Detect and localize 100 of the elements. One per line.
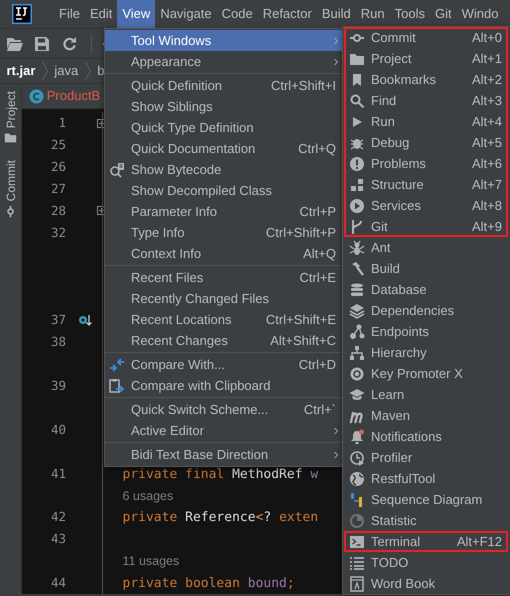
menu-item[interactable]: Context Info Alt+Q xyxy=(105,243,342,264)
save-icon[interactable] xyxy=(35,36,49,50)
menu-item[interactable]: Problems Alt+6 xyxy=(344,153,508,174)
menu-item[interactable]: Maven xyxy=(344,405,508,426)
menu-item[interactable]: Appearance xyxy=(105,51,342,72)
menu-item[interactable]: Services Alt+8 xyxy=(344,195,508,216)
line-number: 1 xyxy=(57,114,66,132)
line-number: 40 xyxy=(50,420,66,439)
menu-item[interactable]: File xyxy=(54,0,85,28)
line-number: 25 xyxy=(50,136,66,154)
menu-item[interactable]: Compare With... Ctrl+D xyxy=(105,354,342,375)
menu-item[interactable]: Ant xyxy=(344,237,508,258)
line-number: 42 xyxy=(50,508,66,526)
menu-item[interactable]: Recent Files Ctrl+E xyxy=(105,267,342,288)
folder-icon xyxy=(4,131,17,144)
tool-window-tab[interactable]: Project xyxy=(2,90,20,128)
terminal-icon xyxy=(349,534,365,550)
menu-item[interactable]: Statistic xyxy=(344,510,508,531)
editor-tab[interactable]: ProductB xyxy=(28,86,100,106)
menu-item[interactable]: Show Siblings xyxy=(105,96,342,117)
override-marker-icon[interactable] xyxy=(78,314,92,327)
app-logo-icon xyxy=(12,4,32,24)
menu-item[interactable]: Profiler xyxy=(344,447,508,468)
menu-item[interactable]: Quick Switch Scheme... Ctrl+` xyxy=(105,399,342,420)
graduation-cap-icon xyxy=(349,386,365,402)
menu-item[interactable]: Key Promoter X xyxy=(344,363,508,384)
menu-item[interactable]: Bookmarks Alt+2 xyxy=(344,69,508,90)
menu-item[interactable]: Show Decompiled Class xyxy=(105,180,342,201)
line-number: 26 xyxy=(50,158,66,176)
chevron-icon xyxy=(42,62,48,80)
usages-hint[interactable]: 6 usages xyxy=(122,488,174,503)
menu-item[interactable]: Dependencies xyxy=(344,300,508,321)
breadcrumb-item[interactable]: rt.jar xyxy=(6,61,36,81)
menu-item[interactable]: Bidi Text Base Direction xyxy=(105,444,342,465)
menu-item[interactable]: Terminal Alt+F12 xyxy=(344,531,508,552)
menu-item[interactable]: Windo xyxy=(456,0,504,28)
search-icon xyxy=(349,92,365,108)
book-icon xyxy=(349,576,365,592)
breadcrumb-item[interactable]: b xyxy=(97,61,104,81)
menu-item[interactable]: Run Alt+4 xyxy=(344,111,508,132)
sequence-diagram-icon xyxy=(349,492,365,508)
menu-item[interactable]: Endpoints xyxy=(344,321,508,342)
menu-item[interactable]: Learn xyxy=(344,384,508,405)
line-number: 44 xyxy=(50,574,66,592)
menu-item[interactable]: Parameter Info Ctrl+P xyxy=(105,201,342,222)
globe-icon xyxy=(349,470,365,486)
menu-item[interactable]: Tool Windows xyxy=(105,30,342,51)
menu-item[interactable]: Quick Definition Ctrl+Shift+I xyxy=(105,75,342,96)
layers-icon xyxy=(349,302,365,318)
services-icon xyxy=(349,198,365,214)
menu-item[interactable]: Find Alt+3 xyxy=(344,90,508,111)
menu-item[interactable]: Navigate xyxy=(155,0,217,28)
nodes-icon xyxy=(349,324,365,340)
menu-item[interactable]: Hierarchy xyxy=(344,342,508,363)
line-number: 37 xyxy=(50,311,66,330)
clock-icon xyxy=(349,450,365,466)
menu-item[interactable]: RestfulTool xyxy=(344,468,508,489)
menu-item[interactable]: Database xyxy=(344,279,508,300)
menu-item[interactable]: Type Info Ctrl+Shift+P xyxy=(105,222,342,243)
menu-item[interactable]: Project Alt+1 xyxy=(344,48,508,69)
menu-item[interactable]: Recent Changes Alt+Shift+C xyxy=(105,330,342,351)
menu-item[interactable]: Structure Alt+7 xyxy=(344,174,508,195)
menu-item[interactable]: Refactor xyxy=(258,0,317,28)
menu-item[interactable]: Recently Changed Files xyxy=(105,288,342,309)
menu-item[interactable]: Notifications xyxy=(344,426,508,447)
menu-item[interactable]: Edit xyxy=(84,0,118,28)
menu-item[interactable]: Word Book xyxy=(344,573,508,594)
menu-item[interactable]: Git Alt+9 xyxy=(344,216,508,237)
breadcrumb-item[interactable]: java xyxy=(54,61,78,81)
bell-icon xyxy=(349,428,365,444)
menu-item[interactable]: Run xyxy=(356,0,390,28)
tool-window-tab[interactable]: Commit xyxy=(2,160,20,202)
line-number: 32 xyxy=(50,224,66,242)
menu-item[interactable]: Quick Documentation Ctrl+Q xyxy=(105,138,342,159)
usages-hint[interactable]: 11 usages xyxy=(122,554,180,568)
warning-icon xyxy=(349,156,365,172)
code-line: private boolean bound; xyxy=(122,576,295,592)
menu-item[interactable]: Debug Alt+5 xyxy=(344,132,508,153)
menu-item[interactable]: Code xyxy=(216,0,258,28)
menu-item[interactable]: Build xyxy=(316,0,356,28)
menu-item[interactable]: Recent Locations Ctrl+Shift+E xyxy=(105,309,342,330)
menu-item[interactable]: Quick Type Definition xyxy=(105,117,342,138)
menu-item[interactable]: View xyxy=(117,0,156,28)
class-icon xyxy=(28,88,44,104)
line-number: 39 xyxy=(50,377,66,396)
menu-item[interactable]: Show Bytecode xyxy=(105,159,342,180)
database-icon xyxy=(349,282,365,298)
line-number: 43 xyxy=(50,530,66,548)
refresh-icon[interactable] xyxy=(62,36,76,51)
code-line: private Reference<? exten xyxy=(122,510,318,526)
menu-item[interactable]: Active Editor xyxy=(105,420,342,441)
menu-item[interactable]: Tools xyxy=(390,0,430,28)
menu-item[interactable]: TODO xyxy=(344,552,508,573)
open-folder-icon[interactable] xyxy=(6,36,22,50)
menu-item[interactable]: Commit Alt+0 xyxy=(344,27,508,48)
ant-icon xyxy=(349,240,365,256)
menu-item[interactable]: Git xyxy=(430,0,457,28)
menu-item[interactable]: Build xyxy=(344,258,508,279)
menu-item[interactable]: Sequence Diagram xyxy=(344,489,508,510)
menu-item[interactable]: Compare with Clipboard xyxy=(105,375,342,396)
